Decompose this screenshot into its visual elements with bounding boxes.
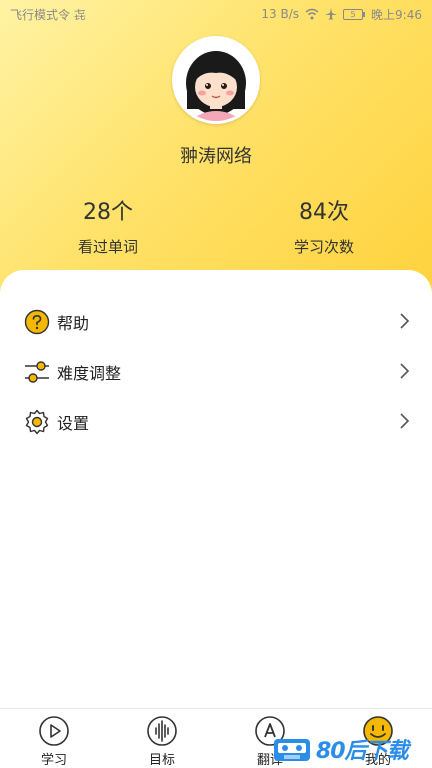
menu-label: 帮助 — [57, 314, 90, 333]
status-left-text: 飞行模式令 㐂 — [10, 7, 86, 22]
airplane-icon — [325, 8, 338, 20]
cassette-icon — [274, 739, 310, 761]
tab-label: 学习 — [40, 753, 67, 768]
username: 翀涛网络 — [180, 146, 252, 167]
stat-value: 84次 — [299, 200, 349, 225]
chevron-right-icon — [400, 313, 410, 329]
network-speed: 13 B/s — [261, 7, 300, 21]
stat-words-viewed: 28个 看过单词 — [28, 194, 188, 257]
menu-label: 难度调整 — [57, 364, 122, 383]
menu-card: 帮助 难度调整 设置 — [0, 270, 432, 768]
battery-indicator: 5 — [343, 8, 366, 20]
soundwave-icon — [147, 716, 177, 746]
menu-label: 设置 — [57, 414, 90, 433]
girl-avatar-icon — [175, 39, 257, 121]
stat-study-count: 84次 学习次数 — [244, 194, 404, 257]
status-time: 晚上9:46 — [371, 7, 422, 22]
stat-label: 看过单词 — [77, 238, 138, 256]
menu-item-difficulty[interactable]: 难度调整 — [0, 346, 432, 396]
sliders-icon — [25, 361, 49, 383]
wifi-icon — [305, 8, 319, 20]
watermark-text: 80后下载 — [316, 739, 409, 764]
gear-icon — [25, 409, 49, 435]
chevron-right-icon — [400, 363, 410, 379]
status-bar: 飞行模式令 㐂 13 B/s 5 晚上9:46 — [0, 0, 432, 28]
tab-goal[interactable]: 目标 — [122, 709, 202, 768]
menu-item-help[interactable]: 帮助 — [0, 296, 432, 346]
menu-item-settings[interactable]: 设置 — [0, 396, 432, 446]
play-circle-icon — [39, 716, 69, 746]
watermark-logo: 80后下载 — [272, 730, 432, 768]
stat-value: 28个 — [83, 200, 133, 225]
avatar[interactable] — [172, 36, 260, 124]
stat-label: 学习次数 — [293, 238, 354, 256]
tab-label: 目标 — [148, 753, 175, 768]
help-icon — [24, 309, 50, 335]
chevron-right-icon — [400, 413, 410, 429]
tab-study[interactable]: 学习 — [14, 709, 94, 768]
